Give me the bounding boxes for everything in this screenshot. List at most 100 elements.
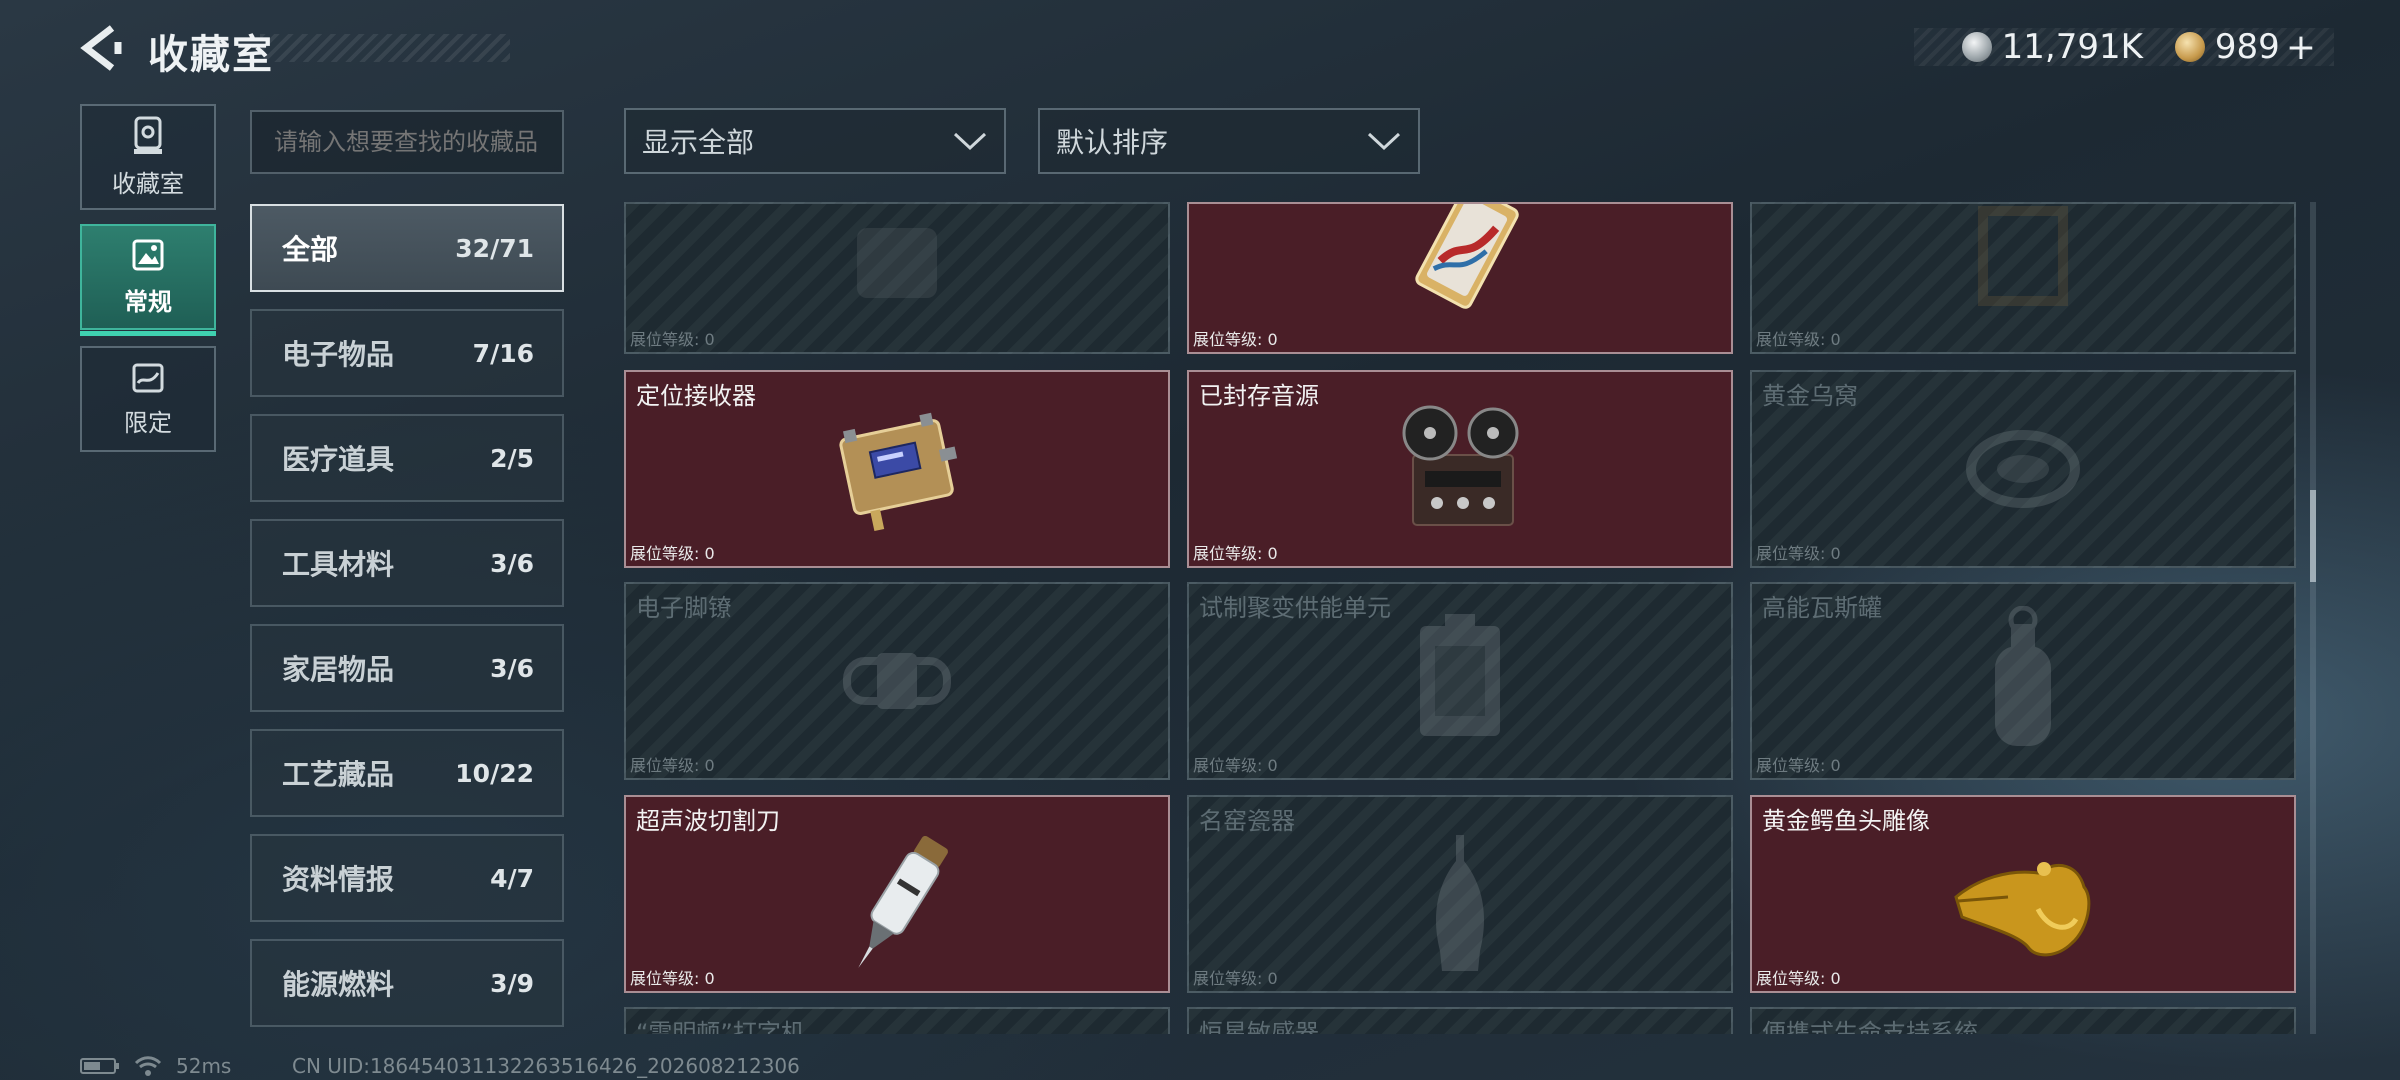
sort-dropdown[interactable]: 默认排序	[1038, 108, 1420, 174]
nav-label: 常规	[124, 287, 172, 316]
category-intel[interactable]: 资料情报 4/7	[250, 834, 564, 922]
item-name: 已封存音源	[1199, 382, 1319, 410]
item-card[interactable]: 电子脚镣 展位等级: 0	[624, 582, 1170, 780]
nav-label: 收藏室	[112, 169, 184, 198]
dropdown-value: 显示全部	[642, 126, 755, 159]
exhibit-level: 展位等级: 0	[1756, 756, 1841, 775]
nest-icon	[1966, 430, 2080, 508]
nav-label: 限定	[124, 408, 172, 437]
item-card[interactable]: 已封存音源 展位等级: 0	[1187, 370, 1733, 568]
item-card[interactable]: 恒星敏感器	[1187, 1007, 1733, 1034]
map-scroll-icon	[132, 363, 164, 392]
category-count: 32/71	[455, 233, 534, 263]
item-name: 超声波切割刀	[636, 807, 780, 835]
item-name: 黄金鳄鱼头雕像	[1762, 807, 1930, 835]
silver-currency-value: 11,791K	[2001, 27, 2143, 67]
category-medical[interactable]: 医疗道具 2/5	[250, 414, 564, 502]
category-household[interactable]: 家居物品 3/6	[250, 624, 564, 712]
item-name: 试制聚变供能单元	[1199, 594, 1391, 622]
item-card[interactable]: 展位等级: 0	[624, 202, 1170, 354]
picture-icon	[132, 239, 164, 270]
title-decoration	[260, 34, 510, 62]
item-card[interactable]: 展位等级: 0	[1750, 202, 2296, 354]
item-name: 黄金乌窝	[1762, 382, 1858, 410]
trophy-case-icon	[134, 116, 162, 154]
exhibit-level: 展位等级: 0	[630, 330, 715, 349]
item-card[interactable]: “雷明顿”打字机	[624, 1007, 1170, 1034]
receiver-icon	[839, 412, 958, 532]
category-count: 3/6	[490, 653, 534, 683]
item-name: 名窑瓷器	[1199, 807, 1295, 835]
gas-tank-icon	[1995, 606, 2051, 746]
category-name: 电子物品	[282, 338, 395, 371]
silver-coin-icon	[1961, 32, 1992, 62]
item-card[interactable]: 名窑瓷器 展位等级: 0	[1187, 795, 1733, 993]
item-card[interactable]: 展位等级: 0	[1187, 202, 1733, 354]
item-name: 恒星敏感器	[1199, 1019, 1319, 1034]
exhibit-level: 展位等级: 0	[1756, 969, 1841, 988]
category-count: 2/5	[490, 443, 534, 473]
status-bar: 52ms	[80, 1054, 231, 1078]
exhibit-level: 展位等级: 0	[1193, 756, 1278, 775]
item-card[interactable]: 高能瓦斯罐 展位等级: 0	[1750, 582, 2296, 780]
vase-icon	[1435, 834, 1485, 971]
category-count: 3/6	[490, 548, 534, 578]
exhibit-level: 展位等级: 0	[630, 544, 715, 563]
page-title: 收藏室	[148, 32, 274, 78]
category-count: 3/9	[490, 968, 534, 998]
exhibit-level: 展位等级: 0	[630, 756, 715, 775]
category-count: 10/22	[455, 758, 534, 788]
item-card[interactable]: 黄金乌窝 展位等级: 0	[1750, 370, 2296, 568]
category-name: 工艺藏品	[282, 758, 395, 791]
category-name: 能源燃料	[282, 968, 395, 1001]
crocodile-statue-icon	[1954, 861, 2091, 956]
category-all[interactable]: 全部 32/71	[250, 204, 564, 292]
item-name: 电子脚镣	[636, 594, 732, 622]
item-card[interactable]: 超声波切割刀 展位等级: 0	[624, 795, 1170, 993]
nav-collection-room[interactable]: 收藏室	[80, 104, 216, 210]
exhibit-level: 展位等级: 0	[1756, 330, 1841, 349]
item-name: 高能瓦斯罐	[1762, 594, 1882, 622]
gold-currency-value: 989	[2214, 27, 2280, 67]
wifi-icon	[134, 1056, 162, 1076]
category-crafts[interactable]: 工艺藏品 10/22	[250, 729, 564, 817]
ornate-card-icon	[1415, 204, 1519, 310]
device-icon	[857, 228, 937, 299]
category-name: 医疗道具	[282, 443, 395, 476]
item-card[interactable]: 试制聚变供能单元 展位等级: 0	[1187, 582, 1733, 780]
nav-limited[interactable]: 限定	[80, 346, 216, 452]
search-input[interactable]	[250, 110, 564, 174]
item-card[interactable]: 便携式生命支持系统	[1750, 1007, 2296, 1034]
reel-tape-icon	[1402, 405, 1519, 526]
scrollbar-track[interactable]	[2310, 202, 2316, 1034]
item-card[interactable]: 黄金鳄鱼头雕像 展位等级: 0	[1750, 795, 2296, 993]
item-name: “雷明顿”打字机	[636, 1019, 805, 1034]
add-currency-button[interactable]: +	[2286, 27, 2316, 68]
battery-icon	[80, 1058, 119, 1074]
nav-regular[interactable]: 常规	[80, 224, 216, 336]
category-energy[interactable]: 能源燃料 3/9	[250, 939, 564, 1027]
category-name: 资料情报	[282, 863, 395, 896]
ankle-monitor-icon	[843, 653, 951, 709]
exhibit-level: 展位等级: 0	[1756, 544, 1841, 563]
category-name: 全部	[282, 233, 339, 266]
chevron-down-icon	[953, 132, 987, 151]
item-card[interactable]: 定位接收器 展位等级: 0	[624, 370, 1170, 568]
exhibit-level: 展位等级: 0	[1193, 330, 1278, 349]
exhibit-level: 展位等级: 0	[1193, 969, 1278, 988]
category-count: 4/7	[490, 863, 534, 893]
ping-value: 52ms	[176, 1054, 232, 1078]
cutter-icon	[858, 835, 948, 968]
dropdown-value: 默认排序	[1056, 126, 1169, 159]
scrollbar-thumb[interactable]	[2310, 490, 2316, 582]
item-grid: 展位等级: 0 展位等级: 0 展位等级: 0 定位接收器 展位等级: 0 已封…	[624, 202, 2296, 1034]
currency-bar: 11,791K 989 +	[1914, 27, 2334, 68]
category-tools[interactable]: 工具材料 3/6	[250, 519, 564, 607]
display-filter-dropdown[interactable]: 显示全部	[624, 108, 1006, 174]
category-name: 家居物品	[282, 653, 395, 686]
category-electronics[interactable]: 电子物品 7/16	[250, 309, 564, 397]
exhibit-level: 展位等级: 0	[630, 969, 715, 988]
back-arrow-icon[interactable]	[78, 24, 124, 72]
user-uid: CN UID:18645403113226351642​6_2026082123…	[292, 1054, 800, 1078]
item-name: 便携式生命支持系统	[1762, 1019, 1978, 1034]
